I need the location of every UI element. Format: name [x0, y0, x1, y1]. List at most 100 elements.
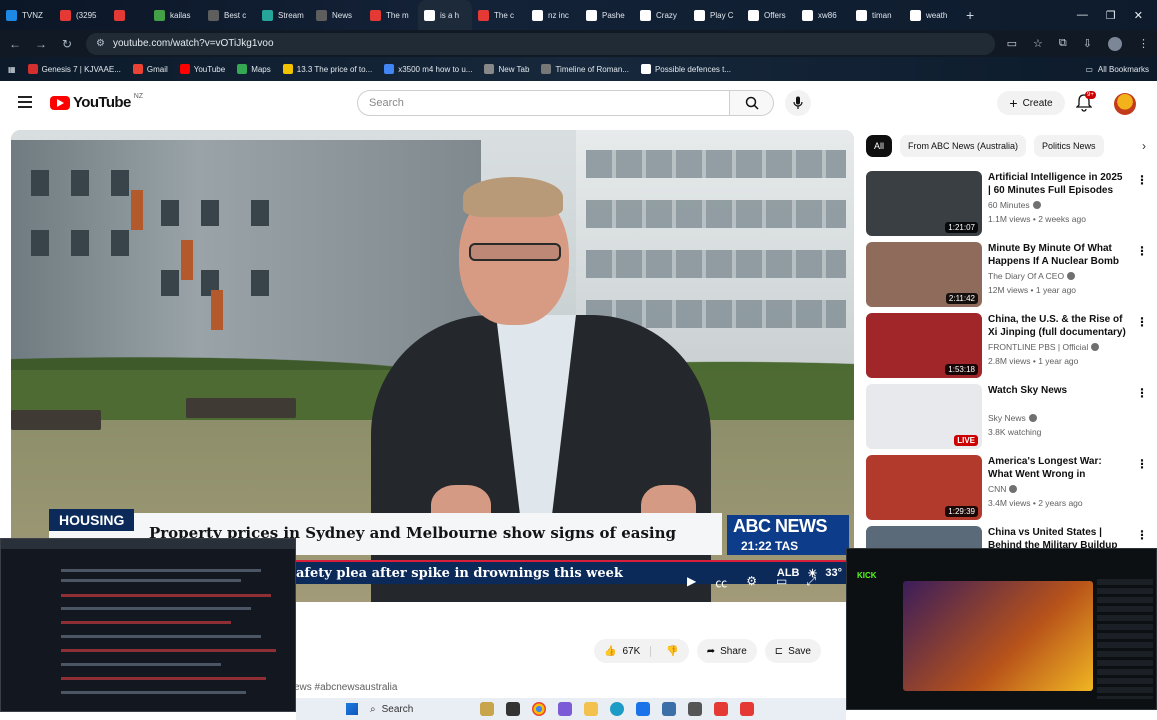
browser-tab[interactable]: is a h	[418, 0, 472, 30]
bookmark-item[interactable]: Maps	[237, 64, 271, 74]
browser-tab[interactable]: The m	[364, 0, 418, 30]
video-thumbnail[interactable]: 2:11:42	[866, 242, 982, 307]
video-title[interactable]: China, the U.S. & the Rise of Xi Jinping…	[988, 313, 1126, 339]
create-button[interactable]: + Create	[997, 91, 1065, 115]
browser-tab[interactable]: Offers	[742, 0, 796, 30]
back-arrow-icon[interactable]: ←	[8, 37, 22, 51]
downloads-icon[interactable]: ⇩	[1083, 37, 1092, 51]
bookmark-item[interactable]: Gmail	[132, 64, 168, 74]
browser-tab[interactable]: kailas	[148, 0, 202, 30]
video-title[interactable]: Artificial Intelligence in 2025 | 60 Min…	[988, 171, 1126, 197]
more-options-icon[interactable]: ⋮	[1136, 457, 1148, 471]
reload-icon[interactable]: ↻	[60, 37, 74, 51]
browser-tab[interactable]: News	[310, 0, 364, 30]
minimize-icon[interactable]: —	[1077, 9, 1088, 21]
bookmark-item[interactable]: New Tab	[484, 64, 529, 74]
copilot-icon[interactable]	[558, 702, 572, 716]
more-options-icon[interactable]: ⋮	[1136, 315, 1148, 329]
maximize-icon[interactable]: ❐	[1106, 9, 1116, 22]
recommended-video[interactable]: 2:11:42 Minute By Minute Of What Happens …	[866, 242, 1151, 308]
browser-tab[interactable]: xw86	[796, 0, 850, 30]
file-explorer-icon[interactable]	[584, 702, 598, 716]
filter-chip[interactable]: From ABC News (Australia)	[900, 135, 1027, 157]
extensions-icon[interactable]: ⧉	[1059, 37, 1067, 51]
filter-chip[interactable]: Politics News	[1034, 135, 1104, 157]
address-bar[interactable]: ⚙ youtube.com/watch?v=vOTiJkg1voo	[86, 32, 995, 55]
chrome-icon[interactable]	[532, 702, 546, 716]
description-snippet[interactable]: ews #abcnewsaustralia	[294, 682, 397, 693]
channel-name[interactable]: Sky News	[988, 413, 1037, 423]
fullscreen-icon[interactable]: ⤢	[806, 574, 816, 591]
share-button[interactable]: ➦ Share	[696, 639, 757, 663]
video-thumbnail[interactable]: LIVE	[866, 384, 982, 449]
video-player[interactable]: HOUSING Property prices in Sydney and Me…	[11, 130, 854, 602]
browser-tab[interactable]: (3295	[54, 0, 108, 30]
search-button[interactable]	[730, 90, 774, 116]
taskbar-search[interactable]: ⌕ Search	[370, 704, 468, 715]
video-title[interactable]: America's Longest War: What Went Wrong i…	[988, 455, 1126, 481]
video-thumbnail[interactable]: 1:21:07	[866, 171, 982, 236]
browser-tab[interactable]: Play C	[688, 0, 742, 30]
browser-tab[interactable]: Crazy	[634, 0, 688, 30]
more-options-icon[interactable]: ⋮	[1136, 244, 1148, 258]
browser-tab[interactable]	[108, 0, 148, 30]
cast-icon[interactable]: ▭	[1007, 37, 1017, 51]
recommended-video[interactable]: 1:53:18 China, the U.S. & the Rise of Xi …	[866, 313, 1151, 379]
autoplay-toggle-icon[interactable]: ▶	[687, 574, 696, 591]
save-button[interactable]: ⊏ Save	[764, 639, 821, 663]
browser-tab[interactable]: Pashe	[580, 0, 634, 30]
windows-start-icon[interactable]	[346, 703, 358, 715]
browser-tab[interactable]: Stream	[256, 0, 310, 30]
bookmark-star-icon[interactable]: ☆	[1033, 37, 1043, 51]
browser-tab[interactable]: The c	[472, 0, 526, 30]
task-view-icon[interactable]	[506, 702, 520, 716]
browser-tab[interactable]: TVNZ	[0, 0, 54, 30]
close-icon[interactable]: ✕	[1134, 9, 1143, 22]
widgets-icon[interactable]	[480, 702, 494, 716]
chevron-right-icon[interactable]: ›	[1142, 139, 1146, 153]
profile-avatar[interactable]	[1108, 36, 1122, 51]
forward-arrow-icon[interactable]: →	[34, 37, 48, 51]
more-options-icon[interactable]: ⋮	[1136, 173, 1148, 187]
video-title[interactable]: Watch Sky News	[988, 384, 1126, 397]
miniplayer-icon[interactable]: ▭	[776, 574, 787, 591]
channel-name[interactable]: The Diary Of A CEO	[988, 271, 1076, 281]
all-bookmarks[interactable]: ▭ All Bookmarks	[1085, 65, 1149, 74]
app-icon[interactable]	[688, 702, 702, 716]
captions-icon[interactable]: ㏄	[715, 574, 727, 591]
search-input[interactable]: Search	[357, 90, 730, 116]
video-thumbnail[interactable]: 1:53:18	[866, 313, 982, 378]
filter-chip[interactable]: All	[866, 135, 893, 157]
youtube-app-icon[interactable]	[714, 702, 728, 716]
video-title[interactable]: Minute By Minute Of What Happens If A Nu…	[988, 242, 1126, 268]
more-options-icon[interactable]: ⋮	[1136, 386, 1148, 400]
browser-tab[interactable]: timan	[850, 0, 904, 30]
settings-gear-icon[interactable]: ⚙	[746, 574, 757, 591]
apps-grid-icon[interactable]: ▦	[8, 65, 16, 74]
bookmark-item[interactable]: YouTube	[179, 64, 225, 74]
voice-search-mic-icon[interactable]	[785, 90, 811, 116]
channel-name[interactable]: 60 Minutes	[988, 200, 1041, 210]
account-avatar[interactable]	[1114, 93, 1136, 115]
bookmark-item[interactable]: Genesis 7 | KJVAAE...	[27, 64, 121, 74]
recommended-video[interactable]: 1:29:39 America's Longest War: What Went …	[866, 455, 1151, 521]
browser-tab[interactable]: weath	[904, 0, 958, 30]
notifications-bell-icon[interactable]: 9+	[1075, 91, 1096, 112]
site-info-icon[interactable]: ⚙	[96, 38, 105, 49]
calculator-icon[interactable]	[662, 702, 676, 716]
browser-tab[interactable]: Best c	[202, 0, 256, 30]
browser-tab[interactable]: nz inc	[526, 0, 580, 30]
video-thumbnail[interactable]: 1:29:39	[866, 455, 982, 520]
recommended-video[interactable]: 1:21:07 Artificial Intelligence in 2025 |…	[866, 171, 1151, 237]
recommended-video[interactable]: LIVE Watch Sky News Sky News 3.8K watching ⋮	[866, 384, 1151, 450]
mail-icon[interactable]	[636, 702, 650, 716]
youtube-app-icon[interactable]	[740, 702, 754, 716]
edge-icon[interactable]	[610, 702, 624, 716]
dislike-button[interactable]: 👎	[656, 646, 688, 657]
menu-icon[interactable]: ⋮	[1138, 37, 1149, 51]
channel-name[interactable]: CNN	[988, 484, 1018, 494]
bookmark-item[interactable]: Possible defences t...	[640, 64, 731, 74]
youtube-logo[interactable]: YouTube NZ	[50, 93, 143, 111]
bookmark-item[interactable]: x3500 m4 how to u...	[384, 64, 472, 74]
like-button[interactable]: 👍 67K	[594, 645, 652, 657]
